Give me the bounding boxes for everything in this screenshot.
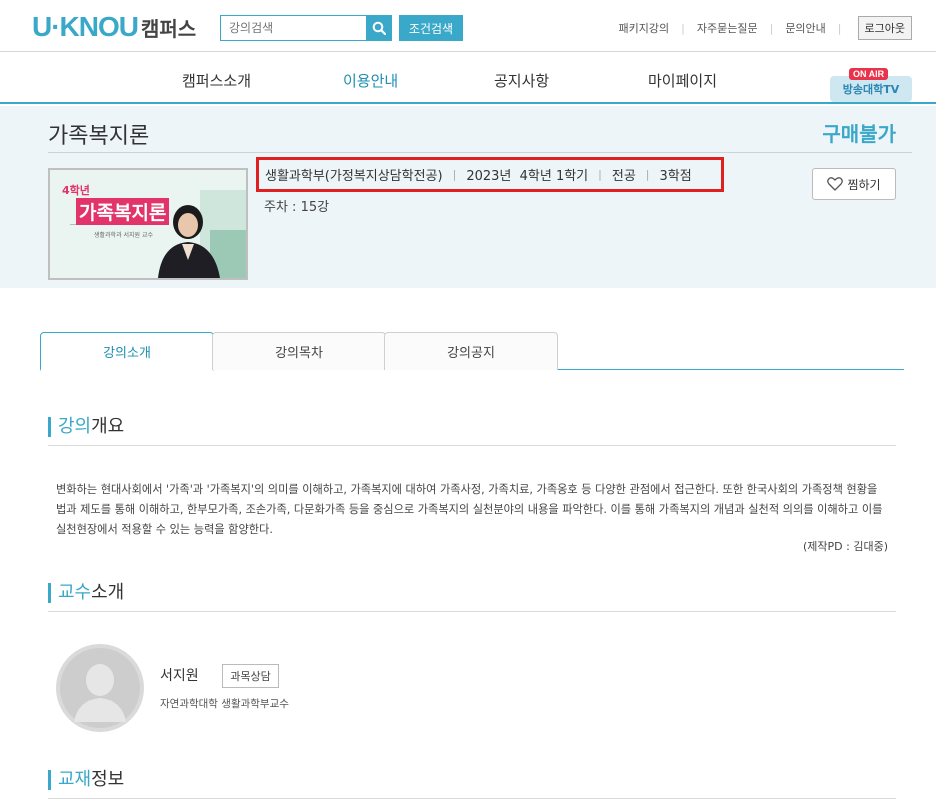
user-silhouette-icon: [56, 644, 144, 732]
divider: |: [598, 168, 602, 181]
tab-course-intro[interactable]: 강의소개: [40, 332, 214, 371]
divider: |: [769, 21, 774, 35]
divider: [48, 611, 896, 612]
site-logo[interactable]: U·KNOU 캠퍼스: [32, 11, 197, 42]
course-weeks: 주차 : 15강: [264, 200, 330, 215]
producer-credit: (제작PD : 김대중): [803, 540, 888, 553]
professor-name: 서지원: [160, 668, 199, 684]
course-term: 2023년 4학년 1학기: [466, 169, 589, 184]
nav-usage-guide[interactable]: 이용안내: [343, 70, 398, 91]
inquiry-link[interactable]: 문의안내: [785, 20, 825, 36]
divider: |: [837, 21, 842, 35]
divider: |: [681, 21, 685, 35]
tab-course-notices[interactable]: 강의공지: [384, 332, 558, 370]
course-credits: 3학점: [659, 169, 692, 184]
wishlist-button[interactable]: 찜하기: [812, 168, 896, 200]
heart-icon: [827, 177, 844, 191]
broadcast-tv-banner[interactable]: 방송대학TV ON AIR: [830, 68, 912, 102]
heading-rest: 정보: [91, 769, 125, 790]
advanced-search-button[interactable]: 조건검색: [399, 15, 463, 41]
heading-rest: 소개: [91, 582, 125, 603]
thumbnail-title-text: 가족복지론: [76, 198, 170, 225]
search-button[interactable]: [366, 15, 392, 41]
course-department: 생활과학부(가정복지상담학전공): [265, 169, 443, 184]
section-heading-overview: 강의개요: [48, 417, 124, 437]
divider: [48, 152, 912, 153]
thumbnail-caption-text: 생활과학과 서지원 교수: [94, 232, 154, 239]
thumbnail-grade-text: 4학년: [62, 184, 90, 197]
onair-badge: ON AIR: [849, 68, 889, 80]
purchase-status: 구매불가: [822, 122, 896, 146]
course-category: 전공: [611, 169, 636, 184]
lecture-search-input[interactable]: [220, 15, 366, 41]
nav-mypage[interactable]: 마이페이지: [648, 70, 717, 91]
section-heading-textbook: 교재정보: [48, 770, 124, 790]
divider: |: [645, 168, 650, 181]
course-title: 가족복지론: [48, 124, 150, 149]
course-tabs: 강의소개 강의목차 강의공지: [40, 332, 904, 371]
course-consult-button[interactable]: 과목상담: [222, 664, 279, 688]
professor-department: 자연과학대학 생활과학부교수: [160, 698, 289, 710]
divider: [48, 445, 896, 446]
nav-campus-intro[interactable]: 캠퍼스소개: [182, 70, 251, 91]
heading-rest: 개요: [91, 416, 125, 437]
main-navigation: 캠퍼스소개 이용안내 공지사항 마이페이지: [0, 52, 936, 104]
heading-highlight: 강의: [58, 416, 92, 437]
wishlist-label: 찜하기: [847, 177, 881, 192]
tab-course-contents[interactable]: 강의목차: [212, 332, 386, 370]
professor-avatar: [56, 644, 144, 732]
course-thumbnail[interactable]: 4학년 가족복지론 생활과학과 서지원 교수: [48, 168, 248, 280]
section-heading-professor: 교수소개: [48, 583, 124, 603]
course-overview-text: 변화하는 현대사회에서 '가족'과 '가족복지'의 의미를 이해하고, 가족복지…: [56, 483, 883, 536]
nav-notices[interactable]: 공지사항: [494, 70, 549, 91]
top-header: U·KNOU 캠퍼스 조건검색 패키지강의 | 자주묻는질문 | 문의안내 | …: [0, 0, 936, 52]
utility-links: 패키지강의 | 자주묻는질문 | 문의안내 | 로그아웃: [619, 16, 912, 40]
package-lectures-link[interactable]: 패키지강의: [619, 20, 670, 36]
search-icon: [372, 21, 386, 35]
logout-button[interactable]: 로그아웃: [857, 16, 912, 40]
course-meta-highlight: 생활과학부(가정복지상담학전공) | 2023년 4학년 1학기 | 전공 | …: [256, 157, 724, 192]
heading-highlight: 교재: [58, 769, 92, 790]
faq-link[interactable]: 자주묻는질문: [697, 20, 758, 36]
divider: [48, 798, 896, 799]
logo-text: U·KNOU: [32, 11, 139, 42]
logo-campus-text: 캠퍼스: [141, 16, 197, 41]
heading-highlight: 교수: [58, 582, 92, 603]
divider: |: [452, 168, 457, 181]
